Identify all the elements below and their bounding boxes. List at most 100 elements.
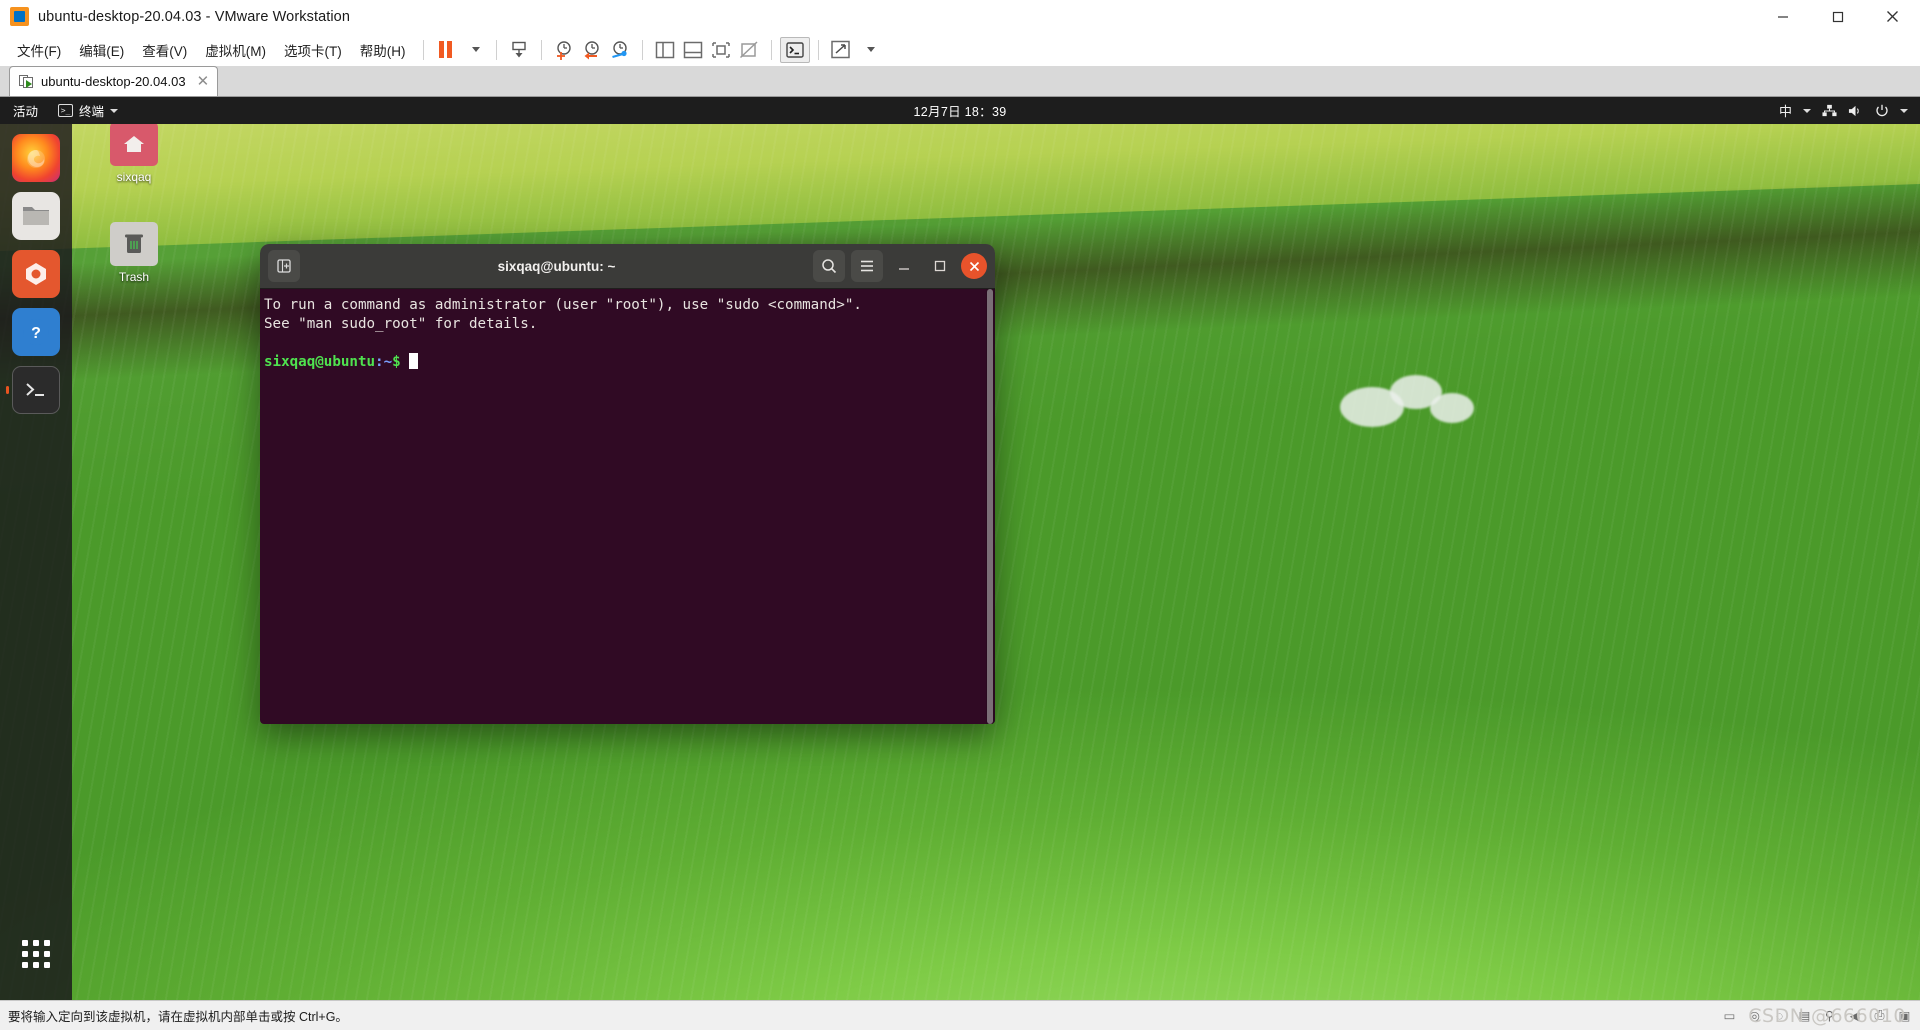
snapshot-manage-icon: [611, 40, 627, 58]
input-method-indicator[interactable]: 中: [1779, 101, 1792, 120]
snapshot-manager-button[interactable]: [606, 37, 634, 63]
ubuntu-dock: ?: [0, 124, 72, 1000]
terminal-minimize-button[interactable]: [889, 251, 919, 281]
show-applications-button[interactable]: [12, 930, 60, 978]
status-cd-icon[interactable]: ◎: [1747, 1008, 1762, 1023]
console-view-icon: [711, 41, 730, 58]
show-console-view-button[interactable]: [707, 37, 735, 63]
toolbar-separator: [422, 39, 424, 60]
power-guest-icon: [511, 41, 526, 57]
prompt-symbol: $: [392, 354, 401, 370]
dock-item-software[interactable]: [12, 250, 60, 298]
show-library-button[interactable]: [651, 37, 679, 63]
terminal-output[interactable]: To run a command as administrator (user …: [260, 289, 995, 724]
panel-bottom-icon: [683, 41, 702, 58]
desktop-icon-home[interactable]: sixqaq: [91, 122, 177, 184]
status-sound-icon[interactable]: ◀: [1847, 1008, 1862, 1023]
svg-text:?: ?: [31, 325, 41, 342]
send-ctrl-alt-del-button[interactable]: [779, 36, 810, 63]
vmware-statusbar: 要将输入定向到该虚拟机，请在虚拟机内部单击或按 Ctrl+G。 ▭ ◎ ◌ ▤ …: [0, 1000, 1920, 1030]
status-floppy-icon[interactable]: ◌: [1772, 1008, 1787, 1023]
show-thumbnail-bar-button[interactable]: [679, 37, 707, 63]
toolbar-separator: [540, 39, 542, 60]
prompt-path: :~: [375, 354, 393, 370]
take-snapshot-button[interactable]: [550, 37, 578, 63]
hide-console-view-button[interactable]: [735, 37, 763, 63]
search-icon[interactable]: [813, 250, 845, 282]
dock-item-files[interactable]: [12, 192, 60, 240]
panel-clock[interactable]: 12月7日 18：39: [914, 101, 1007, 120]
tab-strip: ubuntu-desktop-20.04.03 ✕: [0, 66, 1920, 97]
chevron-down-icon: [471, 47, 480, 52]
dock-item-firefox[interactable]: [12, 134, 60, 182]
terminal-titlebar: sixqaq@ubuntu: ~: [260, 244, 995, 289]
snapshot-add-icon: [556, 40, 571, 60]
status-usb-icon[interactable]: ⚲: [1822, 1008, 1837, 1023]
terminal-title: sixqaq@ubuntu: ~: [497, 258, 616, 274]
tab-close-icon[interactable]: ✕: [197, 74, 210, 89]
toolbar-separator: [817, 39, 819, 60]
status-network-icon[interactable]: ▤: [1797, 1008, 1812, 1023]
fullscreen-expand-icon: [831, 40, 850, 59]
tab-label: ubuntu-desktop-20.04.03: [41, 74, 186, 89]
chevron-down-icon[interactable]: [1900, 108, 1908, 113]
suspend-dropdown[interactable]: [460, 37, 488, 63]
close-button[interactable]: [1865, 0, 1920, 33]
tab-ubuntu-desktop[interactable]: ubuntu-desktop-20.04.03 ✕: [9, 66, 219, 96]
trash-icon: [110, 222, 158, 266]
terminal-icon: [785, 41, 804, 58]
terminal-cursor: [409, 353, 418, 369]
status-harddisk-icon[interactable]: ▭: [1722, 1008, 1737, 1023]
network-icon[interactable]: [1822, 103, 1837, 118]
terminal-line: To run a command as administrator (user …: [264, 297, 862, 313]
statusbar-device-icons: ▭ ◎ ◌ ▤ ⚲ ◀ ⎙ ▣: [1722, 1008, 1912, 1023]
terminal-close-button[interactable]: [961, 253, 987, 279]
menu-help[interactable]: 帮助(H): [351, 36, 415, 64]
status-display-icon[interactable]: ▣: [1897, 1008, 1912, 1023]
dock-item-help[interactable]: ?: [12, 308, 60, 356]
power-on-button[interactable]: [505, 37, 533, 63]
vm-running-icon: [19, 74, 34, 89]
toolbar-separator: [641, 39, 643, 60]
home-folder-icon: [110, 122, 158, 166]
menu-file[interactable]: 文件(F): [8, 36, 70, 64]
toolbar-separator: [770, 39, 772, 60]
window-title: ubuntu-desktop-20.04.03 - VMware Worksta…: [38, 8, 351, 25]
chevron-down-icon: [866, 47, 875, 52]
activities-button[interactable]: 活动: [0, 101, 50, 120]
terminal-scrollbar[interactable]: [986, 289, 995, 724]
maximize-button[interactable]: [1810, 0, 1865, 33]
window-controls: [1755, 0, 1920, 33]
hamburger-menu-icon[interactable]: [851, 250, 883, 282]
status-printer-icon[interactable]: ⎙: [1872, 1008, 1887, 1023]
console-view-off-icon: [739, 40, 758, 58]
app-menu-button[interactable]: >_ 终端: [50, 101, 126, 120]
terminal-maximize-button[interactable]: [925, 251, 955, 281]
terminal-line: See "man sudo_root" for details.: [264, 316, 538, 332]
toolbar-separator: [495, 39, 497, 60]
prompt-user: sixqaq@ubuntu: [264, 354, 376, 370]
enter-fullscreen-button[interactable]: [827, 37, 855, 63]
menu-toolbar: 文件(F) 编辑(E) 查看(V) 虚拟机(M) 选项卡(T) 帮助(H): [0, 33, 1920, 66]
wallpaper-bush: [1430, 393, 1474, 423]
menu-tabs[interactable]: 选项卡(T): [275, 36, 351, 64]
panel-indicators: 中: [1779, 101, 1920, 120]
fullscreen-dropdown[interactable]: [855, 37, 883, 63]
chevron-down-icon[interactable]: [1803, 108, 1811, 113]
guest-screen[interactable]: 活动 >_ 终端 12月7日 18：39 中 ? sixqaq Trash si…: [0, 97, 1920, 1000]
new-tab-icon[interactable]: [268, 250, 300, 282]
running-indicator: [6, 386, 9, 394]
desktop-icon-label: sixqaq: [116, 170, 152, 184]
ubuntu-top-panel: 活动 >_ 终端 12月7日 18：39 中: [0, 97, 1920, 124]
suspend-button[interactable]: [432, 37, 460, 63]
power-icon[interactable]: [1874, 103, 1889, 118]
dock-item-terminal[interactable]: [6, 366, 60, 414]
menu-vm[interactable]: 虚拟机(M): [196, 36, 275, 64]
menu-view[interactable]: 查看(V): [133, 36, 196, 64]
desktop-icon-trash[interactable]: Trash: [91, 222, 177, 284]
menu-edit[interactable]: 编辑(E): [70, 36, 133, 64]
revert-snapshot-button[interactable]: [578, 37, 606, 63]
volume-icon[interactable]: [1848, 103, 1863, 118]
terminal-window[interactable]: sixqaq@ubuntu: ~ To run a command as adm…: [260, 244, 995, 724]
minimize-button[interactable]: [1755, 0, 1810, 33]
